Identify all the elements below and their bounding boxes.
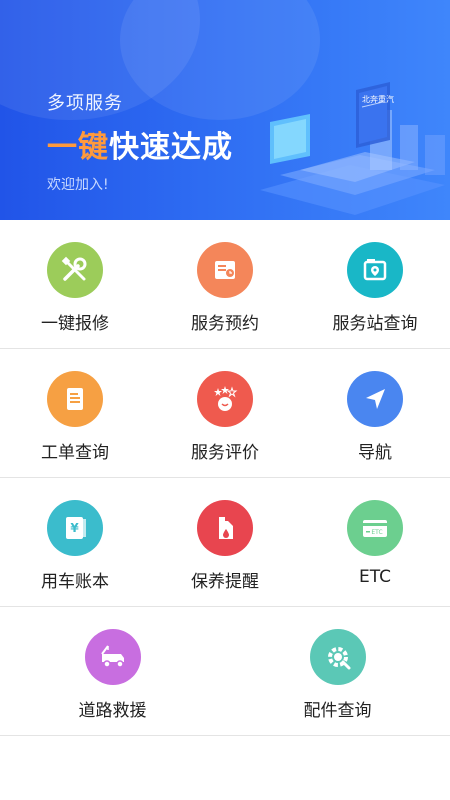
service-item-label: 用车账本 [41,572,109,592]
service-item[interactable]: 服务预约 [150,220,300,348]
service-row: ¥ 用车账本 保养提醒 ETC ETC [0,478,450,607]
service-item[interactable]: 配件查询 [225,607,450,735]
banner-title-rest: 快速达成 [109,130,233,165]
banner-title: 一键快速达成 [47,122,233,166]
banner-subtitle: 多项服务 [47,93,123,114]
service-item-label: 保养提醒 [191,572,259,592]
service-grid: 一键报修 服务预约 服务站查询工单查询 服务评价 导航 ¥ 用车账本 保养提醒 ETC ETC 道路… [0,220,450,736]
service-item[interactable]: 服务评价 [150,349,300,477]
station-location-icon [347,242,403,298]
service-item-label: 一键报修 [41,314,109,334]
service-item[interactable]: 服务站查询 [300,220,450,348]
parts-gear-icon [309,629,366,685]
appointment-icon [197,242,253,298]
service-item-label: 道路救援 [78,701,147,721]
service-item-label: 服务站查询 [332,314,418,334]
service-item[interactable]: ¥ 用车账本 [0,478,150,606]
service-item[interactable]: 保养提醒 [150,478,300,606]
wrench-screwdriver-icon [47,242,103,298]
service-item-label: 导航 [358,443,392,463]
service-item[interactable]: ETC ETC [300,478,450,606]
banner-title-highlight: 一键 [47,130,109,165]
service-item-label: 服务预约 [191,314,259,334]
sign-text: 北奔重汽 [362,94,394,104]
rating-icon [197,371,253,427]
etc-card-text: ETC [371,529,382,536]
service-row: 道路救援 配件查询 [0,607,450,736]
service-row: 工单查询 服务评价 导航 [0,349,450,478]
service-item[interactable]: 一键报修 [0,220,150,348]
navigation-arrow-icon [347,371,403,427]
service-platform-illustration: 北奔重汽 [260,82,445,215]
etc-card-icon: ETC [347,500,403,556]
hero-banner: 多项服务 一键快速达成 欢迎加入! 北奔重汽 [0,0,450,220]
service-item-label: ETC [359,567,391,587]
ledger-icon: ¥ [47,500,103,556]
tow-truck-icon [84,629,141,685]
banner-welcome: 欢迎加入! [47,177,109,193]
service-item[interactable]: 工单查询 [0,349,150,477]
service-item[interactable]: 道路救援 [0,607,225,735]
service-item-label: 配件查询 [303,701,372,721]
oil-can-icon [197,500,253,556]
service-item-label: 工单查询 [41,443,109,463]
service-row: 一键报修 服务预约 服务站查询 [0,220,450,349]
svg-text:¥: ¥ [70,521,79,535]
work-order-icon [47,371,103,427]
service-item[interactable]: 导航 [300,349,450,477]
service-item-label: 服务评价 [191,443,259,463]
